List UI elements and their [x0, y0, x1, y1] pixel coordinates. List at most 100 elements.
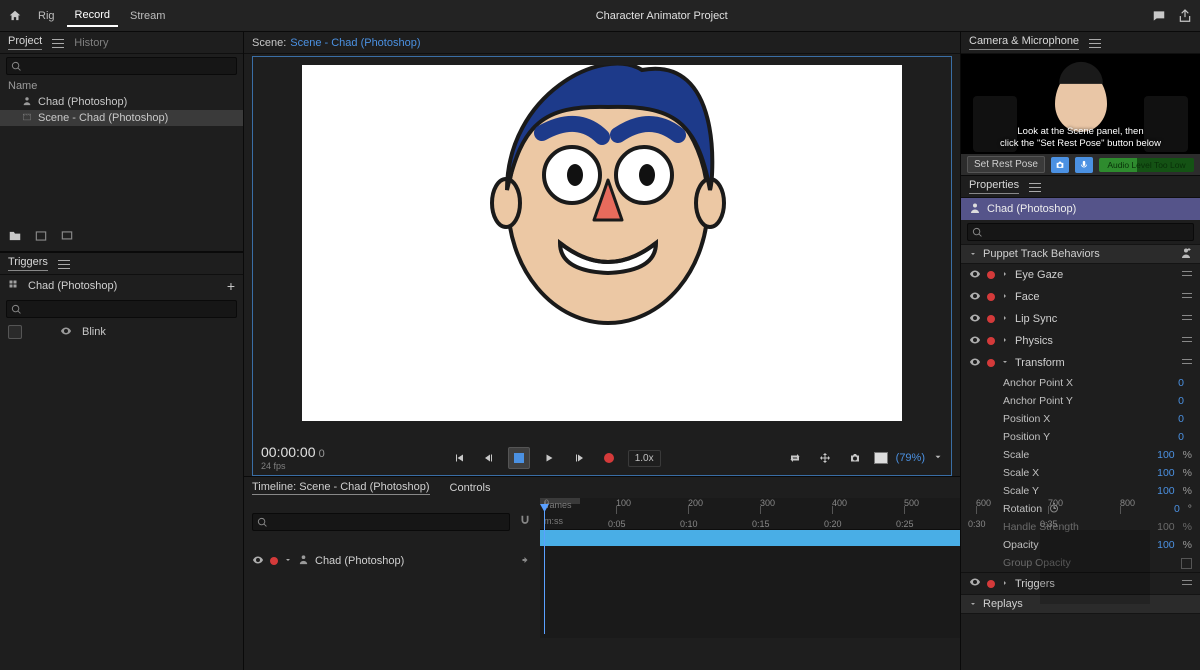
playback-rate[interactable]: 1.0x: [628, 450, 661, 467]
project-panel-menu-icon[interactable]: [52, 38, 64, 48]
behavior-row[interactable]: Physics: [961, 330, 1200, 352]
prop-value[interactable]: 0: [1174, 503, 1180, 515]
triggers-search[interactable]: [6, 300, 237, 318]
triggers-add-icon[interactable]: +: [227, 278, 235, 294]
camera-toggle-icon[interactable]: [1051, 157, 1069, 173]
properties-panel-menu-icon[interactable]: [1029, 182, 1041, 192]
arm-record-icon[interactable]: [987, 337, 995, 345]
behavior-row[interactable]: Lip Sync: [961, 308, 1200, 330]
prop-value[interactable]: 0: [1178, 377, 1184, 389]
expand-icon[interactable]: [1001, 335, 1009, 347]
transform-property-row[interactable]: Anchor Point X0: [961, 374, 1200, 392]
camera-panel-menu-icon[interactable]: [1089, 38, 1101, 48]
properties-panel-title[interactable]: Properties: [969, 179, 1019, 194]
project-search-input[interactable]: [26, 60, 232, 72]
scene-canvas[interactable]: [302, 65, 902, 421]
timeline-clip[interactable]: [540, 530, 960, 546]
timeline-search[interactable]: [252, 513, 510, 531]
camera-preview[interactable]: Look at the Scene panel, thenclick the "…: [961, 54, 1200, 154]
arm-record-icon[interactable]: [987, 271, 995, 279]
behavior-menu-icon[interactable]: [1182, 293, 1192, 301]
prop-value[interactable]: 100: [1157, 449, 1175, 461]
prop-value[interactable]: 100: [1157, 485, 1175, 497]
timecode[interactable]: 00:00:00: [261, 444, 316, 460]
triggers-panel-title[interactable]: Triggers: [8, 256, 48, 271]
zoom-menu-icon[interactable]: [933, 452, 943, 465]
prop-value[interactable]: 0: [1178, 395, 1184, 407]
transform-property-row[interactable]: Position X0: [961, 410, 1200, 428]
chat-icon[interactable]: [1150, 7, 1168, 25]
properties-search-input[interactable]: [987, 226, 1189, 238]
transform-property-row[interactable]: Anchor Point Y0: [961, 392, 1200, 410]
behavior-menu-icon[interactable]: [1182, 271, 1192, 279]
project-search[interactable]: [6, 57, 237, 75]
arm-record-icon[interactable]: [987, 315, 995, 323]
expand-icon[interactable]: [1001, 291, 1009, 303]
timeline-ruler-area[interactable]: frames m:ss 01002003004005006007008000:0…: [540, 498, 960, 638]
prop-value[interactable]: 0: [1178, 431, 1184, 443]
expand-icon[interactable]: [1001, 269, 1009, 281]
snapshot-icon[interactable]: [844, 447, 866, 469]
trigger-key-slot[interactable]: [8, 325, 22, 339]
behavior-menu-icon[interactable]: [1182, 337, 1192, 345]
set-rest-pose-button[interactable]: Set Rest Pose: [967, 156, 1045, 173]
arm-record-icon[interactable]: [987, 359, 995, 367]
behavior-menu-icon[interactable]: [1182, 580, 1192, 588]
new-puppet-icon[interactable]: [58, 227, 76, 245]
puppet-name-row[interactable]: Chad (Photoshop): [961, 198, 1200, 220]
playhead[interactable]: [544, 504, 545, 634]
timeline-search-input[interactable]: [272, 516, 505, 528]
mode-tab-stream[interactable]: Stream: [122, 6, 173, 26]
snap-icon[interactable]: [518, 514, 532, 531]
visibility-icon[interactable]: [969, 268, 981, 283]
transform-property-row[interactable]: Scale Y100%: [961, 482, 1200, 500]
checkerboard-toggle[interactable]: [874, 452, 888, 464]
mode-tab-rig[interactable]: Rig: [30, 6, 63, 26]
behavior-row[interactable]: Eye Gaze: [961, 264, 1200, 286]
frame-number[interactable]: 0: [319, 448, 325, 460]
transform-row[interactable]: Transform: [961, 352, 1200, 374]
history-tab[interactable]: History: [74, 37, 108, 49]
trigger-item[interactable]: Blink: [0, 321, 243, 343]
triggers-group-row[interactable]: Chad (Photoshop) +: [0, 275, 243, 297]
scene-link[interactable]: Scene - Chad (Photoshop): [290, 37, 420, 49]
zoom-percent[interactable]: (79%): [896, 452, 925, 464]
controls-tab[interactable]: Controls: [450, 482, 491, 494]
behavior-menu-icon[interactable]: [1182, 315, 1192, 323]
visibility-icon[interactable]: [969, 576, 981, 591]
transform-property-row[interactable]: Position Y0: [961, 428, 1200, 446]
project-item-scene[interactable]: Scene - Chad (Photoshop): [0, 110, 243, 126]
timeline-title[interactable]: Timeline: Scene - Chad (Photoshop): [252, 481, 430, 495]
track-warp-icon[interactable]: [520, 554, 532, 569]
prop-value[interactable]: 100: [1157, 467, 1175, 479]
arm-record-icon[interactable]: [987, 293, 995, 301]
properties-search[interactable]: [967, 223, 1194, 241]
expand-icon[interactable]: [1001, 578, 1009, 590]
arm-record-icon[interactable]: [270, 557, 278, 565]
mode-tab-record[interactable]: Record: [67, 5, 118, 27]
project-item-puppet[interactable]: Chad (Photoshop): [0, 94, 243, 110]
stop-button[interactable]: [508, 447, 530, 469]
new-scene-icon[interactable]: [32, 227, 50, 245]
home-icon[interactable]: [6, 7, 24, 25]
visibility-icon[interactable]: [969, 356, 981, 371]
project-tab[interactable]: Project: [8, 35, 42, 50]
transform-property-row[interactable]: Scale100%: [961, 446, 1200, 464]
collapse-icon[interactable]: [1001, 357, 1009, 369]
workspace-icon[interactable]: [814, 447, 836, 469]
behavior-menu-icon[interactable]: [1182, 359, 1192, 367]
microphone-toggle-icon[interactable]: [1075, 157, 1093, 173]
triggers-panel-menu-icon[interactable]: [58, 259, 70, 269]
expand-icon[interactable]: [1001, 313, 1009, 325]
triggers-search-input[interactable]: [26, 303, 232, 315]
step-back-button[interactable]: [478, 447, 500, 469]
visibility-icon[interactable]: [969, 290, 981, 305]
transform-property-row[interactable]: Scale X100%: [961, 464, 1200, 482]
visibility-icon[interactable]: [969, 334, 981, 349]
timeline-track-header[interactable]: Chad (Photoshop): [252, 552, 532, 570]
loop-icon[interactable]: [784, 447, 806, 469]
visibility-icon[interactable]: [252, 554, 264, 569]
record-button[interactable]: [598, 447, 620, 469]
play-button[interactable]: [538, 447, 560, 469]
arm-record-icon[interactable]: [987, 580, 995, 588]
